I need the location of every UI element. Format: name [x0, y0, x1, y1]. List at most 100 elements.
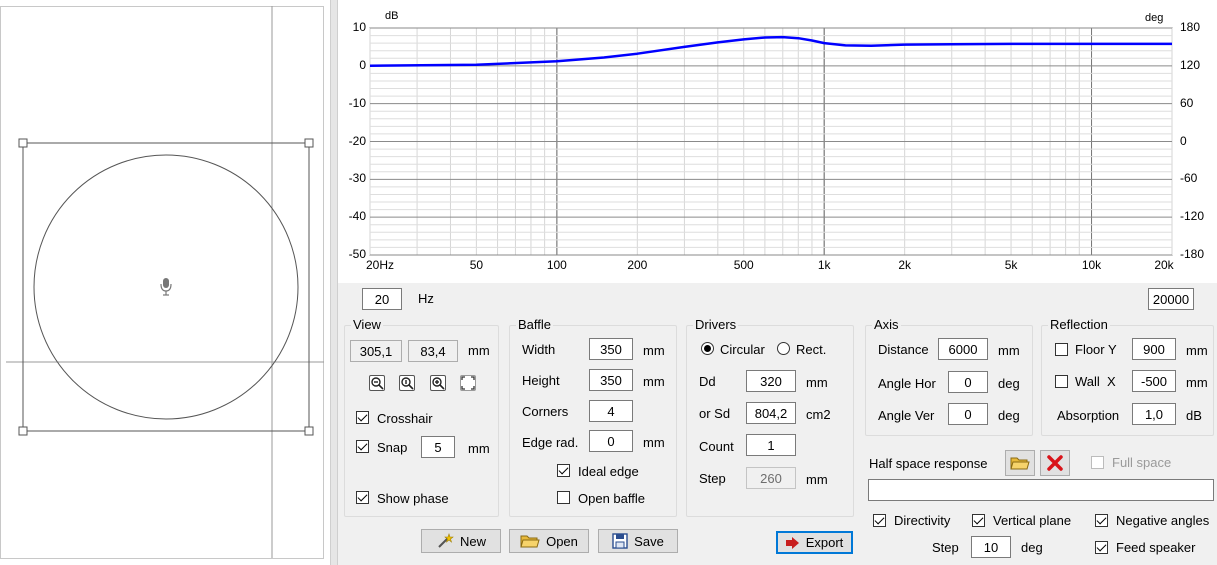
left-axis-unit: dB [385, 10, 399, 22]
floppy-disk-icon [612, 533, 628, 549]
rect-radio[interactable] [777, 342, 790, 355]
angle-ver-unit-label: deg [998, 408, 1020, 423]
y-tick-right: 180 [1180, 20, 1201, 34]
edge-radius-input[interactable] [589, 430, 633, 452]
distance-input[interactable] [938, 338, 988, 360]
new-button[interactable]: New [421, 529, 501, 553]
snap-checkbox[interactable] [356, 440, 369, 453]
x-tick: 100 [546, 258, 567, 272]
show-phase-checkbox[interactable] [356, 491, 369, 504]
baffle-group-title: Baffle [516, 317, 554, 332]
half-space-label: Half space response [869, 456, 988, 471]
count-input[interactable] [746, 434, 796, 456]
directivity-step-label: Step [932, 540, 959, 555]
circular-radio[interactable] [701, 342, 714, 355]
fit-view-icon[interactable] [460, 375, 476, 391]
wall-checkbox[interactable] [1055, 375, 1068, 388]
axis-group-title: Axis [872, 317, 901, 332]
chart-svg [369, 27, 1173, 256]
height-input[interactable] [589, 369, 633, 391]
y-tick-right: 60 [1180, 95, 1194, 110]
x-tick: 10k [1081, 258, 1102, 272]
zoom-in-icon[interactable] [430, 375, 446, 391]
corner-handle-br [304, 426, 314, 436]
corner-handle-tl [18, 138, 28, 148]
feed-speaker-checkbox[interactable] [1095, 541, 1108, 554]
dd-unit-label: mm [806, 375, 828, 390]
height-label: Height [522, 373, 560, 388]
directivity-label: Directivity [894, 513, 951, 528]
new-button-label: New [459, 533, 486, 549]
folder-open-icon [520, 535, 540, 548]
directivity-step-input[interactable] [971, 536, 1011, 558]
sd-input[interactable] [746, 402, 796, 424]
dd-input[interactable] [746, 370, 796, 392]
angle-hor-unit-label: deg [998, 376, 1020, 391]
view-y-readout [408, 340, 458, 362]
frequency-response-chart: 10 0 -10 -20 -30 -40 -50 180 120 60 0 -60 -120 -180 20… [338, 0, 1217, 283]
export-arrow-icon [785, 536, 799, 549]
zoom-fit-icon[interactable] [399, 375, 415, 391]
open-baffle-checkbox[interactable] [557, 491, 570, 504]
directivity-step-unit: deg [1021, 540, 1043, 555]
negative-angles-checkbox[interactable] [1095, 514, 1108, 527]
floor-label: Floor Y [1075, 342, 1117, 357]
width-input[interactable] [589, 338, 633, 360]
corners-input[interactable] [589, 400, 633, 422]
distance-unit-label: mm [998, 343, 1020, 358]
half-space-path-input[interactable] [868, 479, 1214, 501]
drivers-group-title: Drivers [693, 317, 739, 332]
open-button[interactable]: Open [509, 529, 589, 553]
open-baffle-label: Open baffle [578, 491, 645, 506]
zoom-out-icon[interactable] [369, 375, 385, 391]
count-label: Count [699, 439, 734, 454]
splitter-handle[interactable] [330, 0, 338, 565]
x-tick: 200 [627, 258, 648, 272]
floor-checkbox[interactable] [1055, 343, 1068, 356]
floor-unit-label: mm [1186, 343, 1208, 358]
freq-max-input[interactable] [1148, 288, 1194, 310]
freq-min-input[interactable] [362, 288, 402, 310]
step-unit-label: mm [806, 472, 828, 487]
width-label: Width [522, 342, 556, 357]
show-phase-label: Show phase [377, 491, 449, 506]
ideal-edge-checkbox[interactable] [557, 464, 570, 477]
snap-unit-label: mm [468, 441, 490, 456]
y-tick-left: -10 [348, 95, 366, 110]
angle-hor-input[interactable] [948, 371, 988, 393]
crosshair-checkbox[interactable] [356, 411, 369, 424]
angle-ver-input[interactable] [948, 403, 988, 425]
crosshair-label: Crosshair [377, 411, 433, 426]
floor-input[interactable] [1132, 338, 1176, 360]
edge-unit-label: mm [643, 435, 665, 450]
vertical-plane-checkbox[interactable] [972, 514, 985, 527]
wall-input[interactable] [1132, 370, 1176, 392]
load-half-space-button[interactable] [1005, 450, 1035, 476]
save-button[interactable]: Save [598, 529, 678, 553]
clear-half-space-button[interactable] [1040, 450, 1070, 476]
reflection-group-title: Reflection [1048, 317, 1110, 332]
absorption-input[interactable] [1132, 403, 1176, 425]
edge-radius-label: Edge rad. [522, 435, 579, 450]
height-unit-label: mm [643, 374, 665, 389]
delete-x-icon [1047, 455, 1063, 471]
export-button[interactable]: Export [776, 531, 853, 554]
full-space-label: Full space [1112, 455, 1172, 470]
sd-label: or Sd [699, 406, 731, 421]
sd-unit-label: cm2 [806, 407, 831, 422]
absorption-label: Absorption [1057, 408, 1120, 423]
directivity-checkbox[interactable] [873, 514, 886, 527]
baffle-view-canvas[interactable] [0, 0, 331, 565]
y-tick-left: -40 [348, 209, 366, 224]
x-tick: 1k [817, 258, 831, 272]
snap-input[interactable] [421, 436, 455, 458]
x-tick: 500 [733, 258, 754, 272]
distance-label: Distance [878, 342, 929, 357]
negative-angles-label: Negative angles [1116, 513, 1210, 528]
absorption-unit-label: dB [1186, 408, 1202, 423]
rect-label: Rect. [796, 342, 827, 357]
feed-speaker-label: Feed speaker [1116, 540, 1196, 555]
step-input [746, 467, 796, 489]
vertical-plane-label: Vertical plane [993, 513, 1072, 528]
full-space-checkbox [1091, 456, 1104, 469]
